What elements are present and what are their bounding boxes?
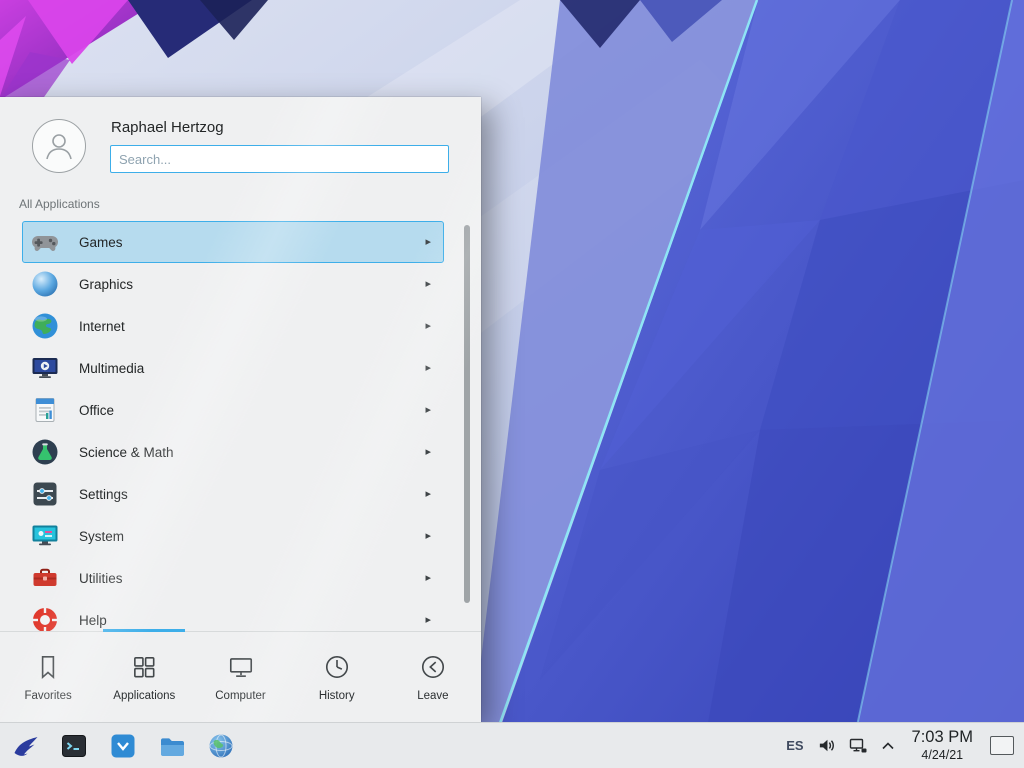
keyboard-layout-indicator[interactable]: ES xyxy=(786,738,803,753)
launcher-tab-bar: Favorites Applications C xyxy=(0,631,481,722)
show-desktop-button[interactable] xyxy=(990,736,1014,755)
tab-leave[interactable]: Leave xyxy=(385,632,481,722)
file-manager-app-button[interactable] xyxy=(157,731,187,761)
terminal-icon xyxy=(60,732,88,760)
submenu-arrow-icon: ▸ xyxy=(425,531,431,542)
scrollbar-thumb[interactable] xyxy=(464,225,470,603)
digital-clock[interactable]: 7:03 PM 4/24/21 xyxy=(912,728,973,762)
submenu-arrow-icon: ▸ xyxy=(425,321,431,332)
tab-applications[interactable]: Applications xyxy=(96,632,192,722)
science-flask-icon xyxy=(29,436,61,468)
games-icon xyxy=(29,226,61,258)
category-row-science-math[interactable]: Science & Math ▸ xyxy=(22,431,444,473)
category-label: Internet xyxy=(79,319,425,334)
category-list: Games ▸ Graphics ▸ Inte xyxy=(0,221,481,631)
search-input[interactable] xyxy=(110,145,449,173)
category-row-multimedia[interactable]: Multimedia ▸ xyxy=(22,347,444,389)
category-label: Graphics xyxy=(79,277,425,292)
category-row-utilities[interactable]: Utilities ▸ xyxy=(22,557,444,599)
launcher-header: Raphael Hertzog xyxy=(0,97,481,185)
office-document-icon xyxy=(29,394,61,426)
submenu-arrow-icon: ▸ xyxy=(425,573,431,584)
tab-label: Applications xyxy=(113,690,175,702)
leave-back-icon xyxy=(419,653,447,681)
terminal-app-button[interactable] xyxy=(59,731,89,761)
volume-icon[interactable] xyxy=(817,736,836,755)
submenu-arrow-icon: ▸ xyxy=(425,279,431,290)
taskbar: ES 7:03 PM xyxy=(0,722,1024,768)
desktop: Raphael Hertzog All Applications Games ▸ xyxy=(0,0,1024,768)
application-launcher-menu: Raphael Hertzog All Applications Games ▸ xyxy=(0,97,481,722)
section-label: All Applications xyxy=(0,185,481,211)
category-label: Settings xyxy=(79,487,425,502)
utilities-toolbox-icon xyxy=(29,562,61,594)
tab-label: Leave xyxy=(417,690,448,702)
system-monitor-icon xyxy=(29,520,61,552)
tab-label: History xyxy=(319,690,355,702)
category-label: System xyxy=(79,529,425,544)
category-label: Office xyxy=(79,403,425,418)
web-browser-app-button[interactable] xyxy=(206,731,236,761)
tab-label: Favorites xyxy=(24,690,71,702)
category-label: Science & Math xyxy=(79,445,425,460)
software-center-icon xyxy=(109,732,137,760)
user-icon xyxy=(42,129,76,163)
category-row-graphics[interactable]: Graphics ▸ xyxy=(22,263,444,305)
category-row-system[interactable]: System ▸ xyxy=(22,515,444,557)
category-label: Games xyxy=(79,235,425,250)
category-label: Multimedia xyxy=(79,361,425,376)
user-avatar[interactable] xyxy=(32,119,86,173)
clock-icon xyxy=(323,653,351,681)
kali-start-menu-button[interactable] xyxy=(10,731,40,761)
tab-history[interactable]: History xyxy=(289,632,385,722)
browser-globe-icon xyxy=(207,732,235,760)
user-name: Raphael Hertzog xyxy=(111,119,449,136)
category-label: Help xyxy=(79,613,425,628)
tab-label: Computer xyxy=(215,690,266,702)
submenu-arrow-icon: ▸ xyxy=(425,405,431,416)
tab-computer[interactable]: Computer xyxy=(192,632,288,722)
graphics-icon xyxy=(29,268,61,300)
submenu-arrow-icon: ▸ xyxy=(425,615,431,626)
submenu-arrow-icon: ▸ xyxy=(425,489,431,500)
submenu-arrow-icon: ▸ xyxy=(425,447,431,458)
category-row-internet[interactable]: Internet ▸ xyxy=(22,305,444,347)
bookmark-icon xyxy=(34,653,62,681)
submenu-arrow-icon: ▸ xyxy=(425,237,431,248)
submenu-arrow-icon: ▸ xyxy=(425,363,431,374)
category-label: Utilities xyxy=(79,571,425,586)
category-row-games[interactable]: Games ▸ xyxy=(22,221,444,263)
software-center-app-button[interactable] xyxy=(108,731,138,761)
computer-icon xyxy=(227,653,255,681)
grid-icon xyxy=(130,653,158,681)
clock-time: 7:03 PM xyxy=(912,728,973,747)
network-icon[interactable] xyxy=(849,737,868,755)
category-row-office[interactable]: Office ▸ xyxy=(22,389,444,431)
category-row-settings[interactable]: Settings ▸ xyxy=(22,473,444,515)
clock-date: 4/24/21 xyxy=(912,748,973,763)
internet-globe-icon xyxy=(29,310,61,342)
category-row-help[interactable]: Help ▸ xyxy=(22,599,444,631)
multimedia-icon xyxy=(29,352,61,384)
kali-dragon-icon xyxy=(11,732,39,760)
tab-favorites[interactable]: Favorites xyxy=(0,632,96,722)
folder-icon xyxy=(158,732,186,760)
settings-sliders-icon xyxy=(29,478,61,510)
help-lifebuoy-icon xyxy=(29,604,61,631)
expand-tray-icon[interactable] xyxy=(881,740,895,752)
